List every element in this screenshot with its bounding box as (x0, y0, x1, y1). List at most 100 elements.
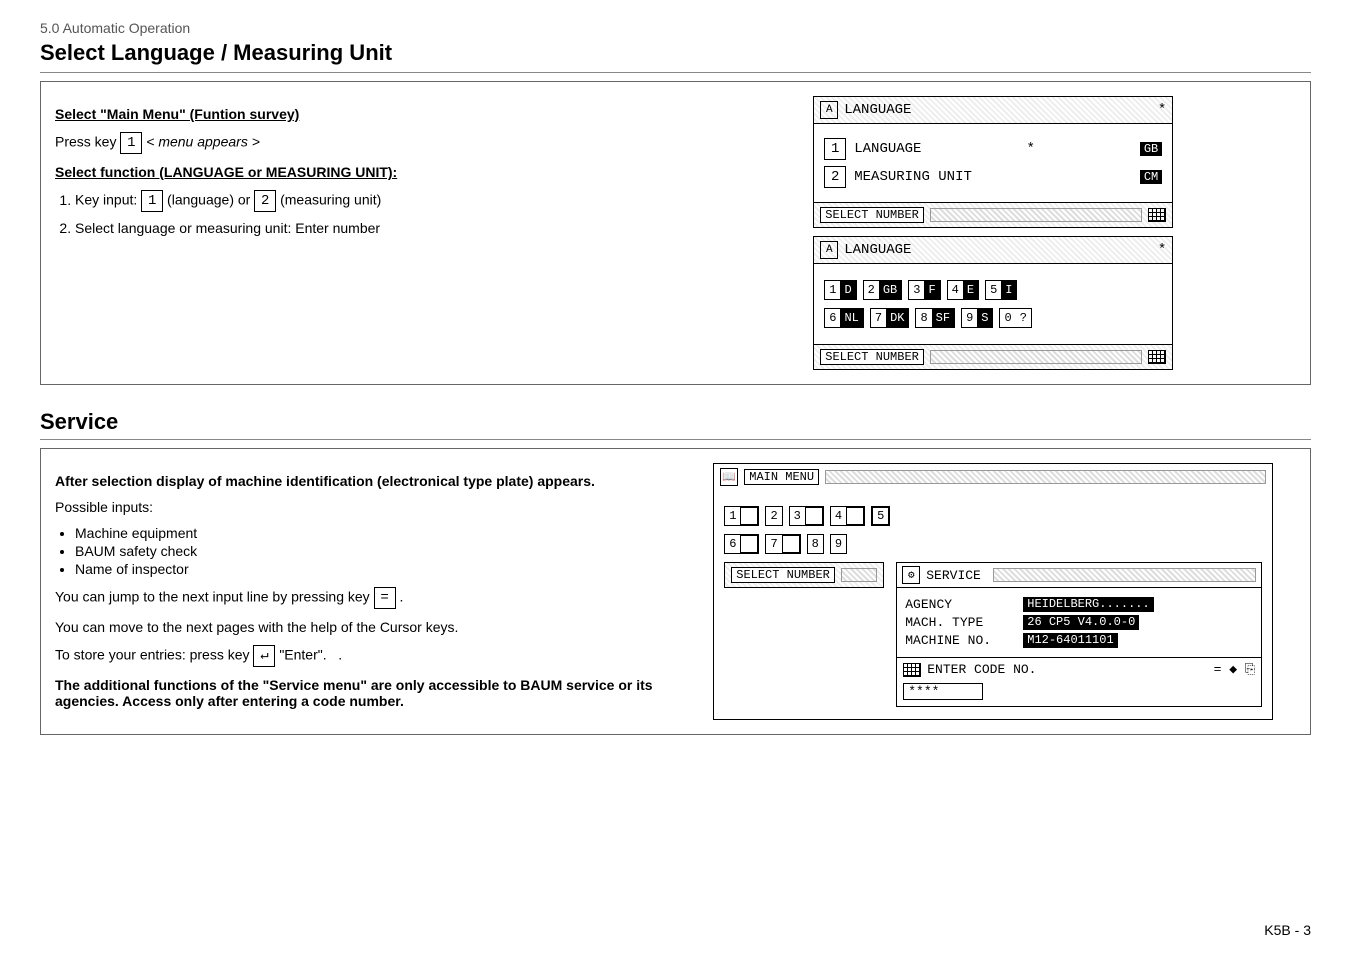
mach-type-value: 26 CP5 V4.0.0-0 (1023, 615, 1139, 630)
tile-icon (846, 507, 864, 525)
opt-c: DK (886, 309, 908, 327)
jump-text-1: You can jump to the next input line by p… (55, 589, 370, 605)
book-icon: 📖 (720, 468, 738, 486)
jump-row: You can jump to the next input line by p… (55, 587, 661, 609)
bullet-2: BAUM safety check (75, 543, 661, 559)
mach-type-label: MACH. TYPE (905, 615, 1015, 630)
mainmenu-footer: SELECT NUMBER (731, 567, 835, 583)
screen-main-menu: 📖 MAIN MENU 1 2 3 4 5 6 7 8 9 (713, 463, 1273, 720)
mainmenu-row2: 6 7 8 9 (724, 534, 1262, 554)
press-key-label: Press key (55, 134, 116, 150)
mainmenu-title-fill (825, 470, 1266, 484)
store-row: To store your entries: press key ↵ "Ente… (55, 645, 661, 667)
steps-list: Key input: 1 (language) or 2 (measuring … (55, 190, 661, 236)
screenB-asterisk: * (1158, 242, 1166, 258)
language-icon: A (820, 101, 838, 119)
keypad-icon (903, 663, 921, 677)
machine-no-value: M12-64011101 (1023, 633, 1117, 648)
step1-pre: Key input: (75, 192, 137, 208)
screen-service: ⚙ SERVICE AGENCY HEIDELBERG....... MACH.… (896, 562, 1262, 707)
step1-key-1: 1 (141, 190, 163, 212)
screenA-opt1-num: 1 (824, 138, 846, 160)
keypad-icon (1148, 350, 1166, 364)
language-icon: A (820, 241, 838, 259)
opt-c: GB (879, 281, 901, 299)
opt-c: E (963, 281, 978, 299)
opt-n: 5 (986, 281, 1001, 299)
possible-inputs-list: Machine equipment BAUM safety check Name… (55, 525, 661, 577)
bullet-1: Machine equipment (75, 525, 661, 541)
store-text-2: "Enter". (279, 647, 326, 663)
tile: 2 (766, 507, 781, 525)
step1-mid2: (measuring unit) (280, 192, 381, 208)
mainmenu-title: MAIN MENU (744, 469, 819, 485)
opt-c: NL (840, 309, 862, 327)
screenA-opt2-label: MEASURING UNIT (854, 169, 972, 185)
tile-icon (740, 535, 758, 553)
opt-n: 3 (909, 281, 924, 299)
mainmenu-footer-fill (841, 568, 877, 582)
page-number: K5B - 3 (1264, 922, 1311, 938)
opt-n: 0 (1000, 309, 1015, 327)
press-key-after: < menu appears > (146, 134, 260, 150)
section-language-unit: Select "Main Menu" (Funtion survey) Pres… (40, 81, 1311, 385)
opt-c: S (977, 309, 992, 327)
possible-inputs-label: Possible inputs: (55, 499, 661, 515)
tile: 1 (725, 507, 740, 525)
breadcrumb: 5.0 Automatic Operation (40, 20, 1311, 36)
keypad-icon (1148, 208, 1166, 222)
opt-n: 1 (825, 281, 840, 299)
service-title-fill (993, 568, 1256, 582)
enter-code-label: ENTER CODE NO. (927, 662, 1036, 677)
tile: 8 (808, 535, 823, 553)
screenB-row2: 6NL 7DK 8SF 9S 0? (824, 308, 1162, 328)
service-title: SERVICE (926, 568, 981, 583)
tile-icon (782, 535, 800, 553)
move-row: You can move to the next pages with the … (55, 619, 661, 635)
key-enter: ↵ (253, 645, 275, 667)
key-1: 1 (120, 132, 142, 154)
screenB-footer: SELECT NUMBER (820, 349, 924, 365)
opt-c: D (840, 281, 855, 299)
step1-key-2: 2 (254, 190, 276, 212)
agency-value: HEIDELBERG....... (1023, 597, 1153, 612)
step1-mid1: (language) or (167, 192, 250, 208)
opt-c: F (924, 281, 939, 299)
step-1: Key input: 1 (language) or 2 (measuring … (75, 190, 661, 212)
heading-select-function: Select function (LANGUAGE or MEASURING U… (55, 164, 661, 180)
tile: 3 (790, 507, 805, 525)
tile: 7 (766, 535, 781, 553)
service-icon: ⚙ (902, 566, 920, 584)
key-equals: = (374, 587, 396, 609)
code-entry[interactable]: **** (903, 683, 983, 700)
screenA-title: LANGUAGE (844, 102, 911, 118)
screenA-opt1-badge: GB (1140, 142, 1162, 156)
screen-language-menu: A LANGUAGE * 1 LANGUAGE * GB 2 MEASURING… (813, 96, 1173, 228)
mainmenu-row1: 1 2 3 4 5 (724, 506, 1262, 526)
screenB-row1: 1D 2GB 3F 4E 5I (824, 280, 1162, 300)
opt-c: ? (1016, 309, 1031, 327)
opt-n: 6 (825, 309, 840, 327)
opt-c: SF (932, 309, 954, 327)
screenA-footer-fill (930, 208, 1142, 222)
screenA-opt1-label: LANGUAGE (854, 141, 921, 157)
opt-n: 8 (916, 309, 931, 327)
press-key-row: Press key 1 < menu appears > (55, 132, 661, 154)
opt-n: 2 (864, 281, 879, 299)
service-note: The additional functions of the "Service… (55, 677, 653, 709)
opt-n: 9 (962, 309, 977, 327)
step-2: Select language or measuring unit: Enter… (75, 220, 661, 236)
opt-n: 4 (948, 281, 963, 299)
screenA-opt2-num: 2 (824, 166, 846, 188)
page-title-2: Service (40, 409, 1311, 440)
section-service: After selection display of machine ident… (40, 448, 1311, 735)
page-title-1: Select Language / Measuring Unit (40, 40, 1311, 73)
screenA-asterisk: * (1158, 102, 1166, 118)
tile-icon (740, 507, 758, 525)
tile-selected: 5 (873, 508, 888, 524)
opt-n: 7 (871, 309, 886, 327)
tile: 6 (725, 535, 740, 553)
opt-c: I (1001, 281, 1016, 299)
machine-no-label: MACHINE NO. (905, 633, 1015, 648)
tile: 4 (831, 507, 846, 525)
